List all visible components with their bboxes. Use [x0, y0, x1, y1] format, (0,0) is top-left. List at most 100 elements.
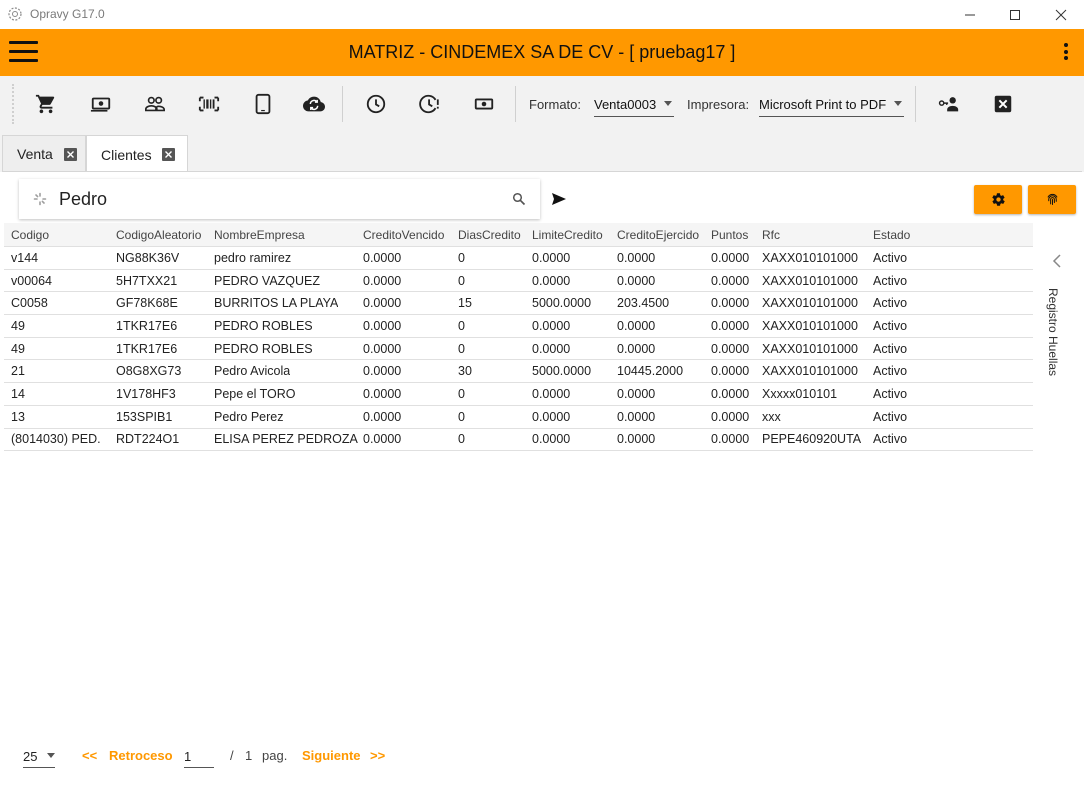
column-header-codigo[interactable]: Codigo: [11, 223, 49, 246]
cloud-sync-icon[interactable]: [301, 92, 327, 116]
cell-dias-credito: 0: [458, 386, 465, 401]
toolbar-separator: [515, 86, 516, 122]
settings-button[interactable]: [974, 185, 1022, 214]
clientes-panel: Codigo CodigoAleatorio NombreEmpresa Credit…: [2, 171, 1082, 722]
clock-alert-icon[interactable]: [418, 92, 442, 116]
search-icon[interactable]: [512, 192, 526, 206]
cell-codigo-aleatorio: 153SPIB1: [116, 409, 173, 424]
cell-credito-vencido: 0.0000: [363, 409, 402, 424]
clock-icon[interactable]: [364, 92, 388, 116]
cell-credito-vencido: 0.0000: [363, 432, 402, 447]
more-options-icon[interactable]: [1062, 43, 1070, 63]
fingerprint-icon: [1047, 193, 1057, 205]
cell-credito-ejercido: 0.0000: [617, 409, 656, 424]
cell-codigo-aleatorio: 5H7TXX21: [116, 273, 178, 288]
registro-huellas-panel-toggle[interactable]: Registro Huellas: [1046, 288, 1062, 388]
table-row[interactable]: 49 1TKR17E6 PEDRO ROBLES 0.0000 0 0.0000 0.000…: [4, 315, 1033, 338]
cell-rfc: XAXX010101000: [762, 364, 858, 379]
cell-estado: Activo: [873, 432, 908, 447]
cell-credito-ejercido: 0.0000: [617, 341, 656, 356]
maximize-button[interactable]: [992, 0, 1038, 29]
column-header-nombre-empresa[interactable]: NombreEmpresa: [214, 223, 305, 246]
column-header-limite-credito[interactable]: LimiteCredito: [532, 223, 603, 246]
impresora-value: Microsoft Print to PDF: [759, 97, 887, 112]
cell-credito-ejercido: 0.0000: [617, 386, 656, 401]
cell-nombre-empresa: PEDRO VAZQUEZ: [214, 273, 321, 288]
cell-credito-vencido: 0.0000: [363, 341, 402, 356]
table-row[interactable]: (8014030) PED. RDT224O1 ELISA PEREZ PEDROZ…: [4, 428, 1033, 452]
column-header-dias-credito[interactable]: DiasCredito: [458, 223, 521, 246]
cart-icon[interactable]: [34, 92, 58, 116]
impresora-select[interactable]: Microsoft Print to PDF: [759, 95, 904, 117]
cell-limite-credito: 0.0000: [532, 318, 571, 333]
cell-codigo-aleatorio: GF78K68E: [116, 296, 178, 311]
close-icon: [1055, 9, 1067, 20]
customers-icon[interactable]: [143, 92, 167, 116]
cell-nombre-empresa: Pedro Perez: [214, 409, 284, 424]
tab-venta[interactable]: Venta: [2, 135, 86, 172]
fingerprint-button[interactable]: [1028, 185, 1076, 214]
table-row[interactable]: 14 1V178HF3 Pepe el TORO 0.0000 0 0.0000 0.000…: [4, 383, 1033, 406]
toolbar-separator: [342, 86, 343, 122]
app-header: MATRIZ - CINDEMEX SA DE CV - [ pruebag17…: [0, 29, 1084, 76]
tab-label: Clientes: [101, 147, 152, 163]
search-input[interactable]: [59, 185, 499, 213]
pagination-bar: 25 << Retroceso / 1 pag. Siguiente >>: [0, 722, 1084, 788]
table-row[interactable]: C0058 GF78K68E BURRITOS LA PLAYA 0.0000 15 50…: [4, 292, 1033, 316]
cell-puntos: 0.0000: [711, 409, 750, 424]
column-header-estado[interactable]: Estado: [873, 223, 910, 246]
column-header-credito-ejercido[interactable]: CreditoEjercido: [617, 223, 699, 246]
barcode-icon[interactable]: [197, 92, 221, 116]
loading-spinner-icon: [33, 192, 47, 206]
tab-clientes[interactable]: Clientes: [86, 135, 188, 173]
table-row[interactable]: 49 1TKR17E6 PEDRO ROBLES 0.0000 0 0.0000 0.000…: [4, 337, 1033, 361]
prev-page-link[interactable]: Retroceso: [109, 748, 173, 763]
cell-estado: Activo: [873, 250, 908, 265]
column-header-puntos[interactable]: Puntos: [711, 223, 748, 246]
cell-codigo: 14: [11, 386, 25, 401]
column-header-rfc[interactable]: Rfc: [762, 223, 780, 246]
tab-close-icon[interactable]: [64, 148, 77, 161]
column-header-codigo-aleatorio[interactable]: CodigoAleatorio: [116, 223, 201, 246]
send-icon[interactable]: [551, 191, 567, 207]
cell-codigo: v144: [11, 250, 39, 265]
cell-credito-vencido: 0.0000: [363, 296, 402, 311]
user-key-icon[interactable]: [937, 92, 961, 116]
formato-value: Venta0003: [594, 97, 657, 112]
cell-rfc: XAXX010101000: [762, 296, 858, 311]
tab-bar: Venta Clientes: [0, 132, 1084, 173]
table-row[interactable]: 21 O8G8XG73 Pedro Avicola 0.0000 30 5000.0000…: [4, 360, 1033, 384]
pag-label: pag.: [262, 748, 288, 763]
cash-icon[interactable]: [89, 92, 113, 116]
page-size-select[interactable]: 25: [23, 746, 55, 768]
chevron-down-icon: [664, 101, 672, 106]
cell-dias-credito: 15: [458, 296, 472, 311]
minimize-button[interactable]: [947, 0, 993, 29]
cell-credito-ejercido: 10445.2000: [617, 364, 684, 379]
cell-credito-vencido: 0.0000: [363, 250, 402, 265]
table-row[interactable]: 13 153SPIB1 Pedro Perez 0.0000 0 0.0000 0.0000…: [4, 405, 1033, 429]
table-row[interactable]: v144 NG88K36V pedro ramirez 0.0000 0 0.0000 0.…: [4, 247, 1033, 270]
table-row[interactable]: v00064 5H7TXX21 PEDRO VAZQUEZ 0.0000 0 0.0000…: [4, 269, 1033, 293]
cell-codigo-aleatorio: RDT224O1: [116, 432, 180, 447]
search-box: [19, 179, 540, 219]
tab-label: Venta: [17, 146, 53, 162]
cell-limite-credito: 0.0000: [532, 409, 571, 424]
close-window-button[interactable]: [1038, 0, 1084, 29]
cell-credito-vencido: 0.0000: [363, 386, 402, 401]
next-page-link[interactable]: Siguiente: [302, 748, 361, 763]
money-icon[interactable]: [472, 92, 496, 116]
formato-select[interactable]: Venta0003: [594, 95, 674, 117]
cell-estado: Activo: [873, 409, 908, 424]
chevron-down-icon: [47, 753, 55, 758]
current-page-input[interactable]: [184, 746, 214, 768]
tab-close-icon[interactable]: [162, 148, 175, 161]
tablet-icon[interactable]: [251, 92, 275, 116]
prev-arrows[interactable]: <<: [82, 748, 97, 763]
cell-limite-credito: 0.0000: [532, 432, 571, 447]
close-box-icon[interactable]: [991, 92, 1015, 116]
cell-limite-credito: 0.0000: [532, 250, 571, 265]
next-arrows[interactable]: >>: [370, 748, 385, 763]
column-header-credito-vencido[interactable]: CreditoVencido: [363, 223, 444, 246]
chevron-left-icon[interactable]: [1052, 254, 1062, 268]
